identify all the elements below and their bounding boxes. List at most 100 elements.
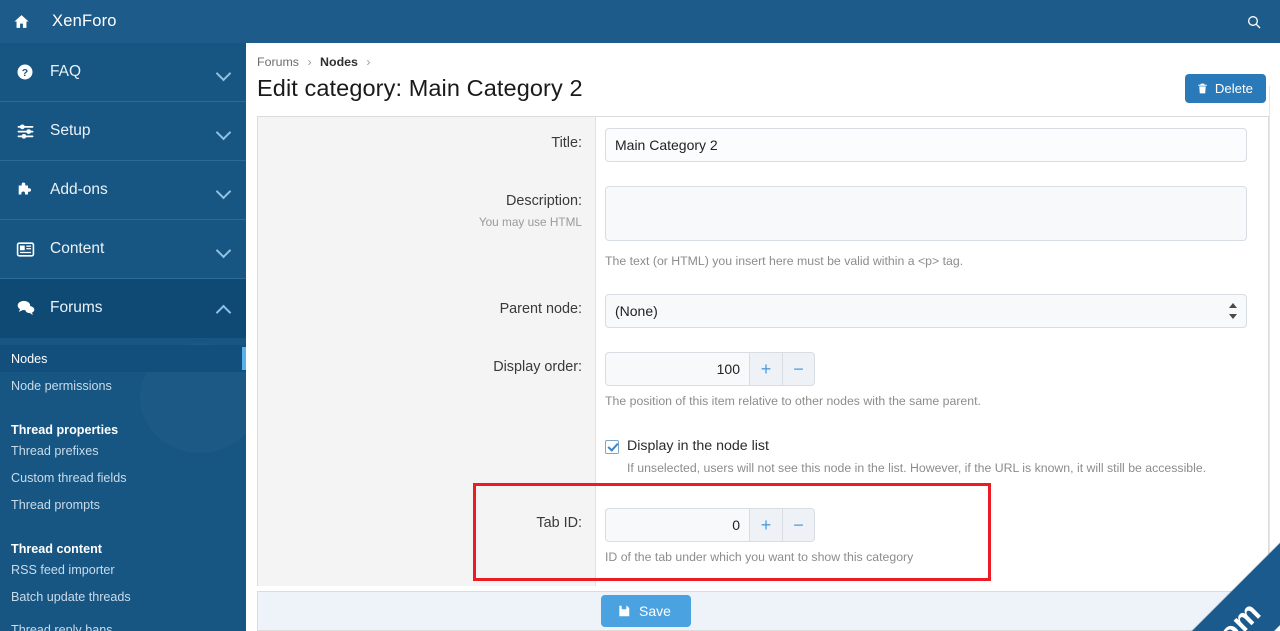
tab-id-input[interactable] xyxy=(605,507,749,542)
breadcrumb: Forums › Nodes › xyxy=(246,43,1280,69)
description-hint: The text (or HTML) you insert here must … xyxy=(605,254,964,268)
form-row-display-order: Display order: + − The position of this … xyxy=(258,341,1268,424)
puzzle-piece-icon xyxy=(16,181,42,199)
sidebar-item-rss-feed-importer[interactable]: RSS feed importer xyxy=(0,556,246,583)
sidebar-forums-submenu: Nodes Node permissions Thread properties… xyxy=(0,338,246,631)
page-header: Edit category: Main Category 2 Delete xyxy=(246,69,1280,103)
trash-icon xyxy=(1198,83,1207,94)
sidebar-item-label: Batch update threads xyxy=(11,589,131,604)
chevron-down-icon[interactable] xyxy=(217,124,231,138)
delete-button[interactable]: Delete xyxy=(1184,74,1266,103)
sidebar-section-faq[interactable]: ? FAQ xyxy=(0,43,246,102)
breadcrumb-separator: › xyxy=(366,55,371,69)
page-title: Edit category: Main Category 2 xyxy=(257,75,583,101)
sidebar-heading-thread-properties: Thread properties xyxy=(0,412,246,437)
display-in-node-list-hint: If unselected, users will not see this n… xyxy=(627,460,1207,475)
display-in-node-list-checkbox[interactable] xyxy=(605,440,619,455)
sidebar-section-addons[interactable]: Add-ons xyxy=(0,161,246,220)
sidebar-section-forums[interactable]: Forums xyxy=(0,279,246,338)
sidebar-heading-label: Thread properties xyxy=(11,423,119,437)
tab-id-stepper: + − xyxy=(605,507,815,542)
sidebar-item-label: Thread reply bans xyxy=(11,622,113,631)
field-description: The text (or HTML) you insert here must … xyxy=(596,175,1268,284)
svg-text:?: ? xyxy=(22,67,28,79)
label-title-text: Title: xyxy=(551,135,582,151)
chevron-down-icon[interactable] xyxy=(217,183,231,197)
chevron-down-icon[interactable] xyxy=(217,242,231,256)
form-row-title: Title: xyxy=(258,117,1268,175)
question-circle-icon: ? xyxy=(16,63,42,81)
home-icon[interactable] xyxy=(0,0,43,43)
title-input[interactable] xyxy=(605,128,1247,162)
sidebar-section-content[interactable]: Content xyxy=(0,220,246,279)
chevron-down-icon[interactable] xyxy=(217,65,231,79)
parent-node-select[interactable]: (None) xyxy=(605,294,1247,329)
label-parent-node-text: Parent node: xyxy=(499,301,582,318)
field-display-order: + − The position of this item relative t… xyxy=(596,341,1268,424)
sidebar-label-addons: Add-ons xyxy=(50,181,108,198)
label-display-order-text: Display order: xyxy=(493,359,582,376)
breadcrumb-item-nodes[interactable]: Nodes xyxy=(320,55,358,69)
label-description-text: Description: xyxy=(506,193,582,209)
sidebar: ? FAQ Setup Add-ons Content Forums Nodes… xyxy=(0,43,246,631)
display-order-increment-button[interactable]: + xyxy=(749,352,782,387)
comments-icon xyxy=(16,298,42,318)
sidebar-item-custom-thread-fields[interactable]: Custom thread fields xyxy=(0,464,246,491)
sidebar-label-content: Content xyxy=(50,240,105,257)
app-title: XenForo xyxy=(52,12,117,30)
sidebar-item-batch-update-threads[interactable]: Batch update threads xyxy=(0,583,246,610)
tab-id-hint: ID of the tab under which you want to sh… xyxy=(605,549,914,564)
chevron-up-icon[interactable] xyxy=(217,301,231,315)
description-textarea[interactable] xyxy=(605,186,1247,241)
sidebar-item-label: Thread prompts xyxy=(11,497,100,512)
label-display-order: Display order: xyxy=(258,341,596,424)
sidebar-item-label: Thread prefixes xyxy=(11,443,99,458)
save-button[interactable]: Save xyxy=(601,595,691,627)
form-row-description: Description: You may use HTML The text (… xyxy=(258,175,1268,284)
sidebar-item-nodes[interactable]: Nodes xyxy=(0,345,246,372)
display-order-decrement-button[interactable]: − xyxy=(782,352,815,387)
field-title xyxy=(596,117,1268,175)
label-display-in-node-list xyxy=(258,423,596,490)
display-order-stepper: + − xyxy=(605,352,815,387)
newspaper-icon xyxy=(16,240,42,259)
sidebar-item-label: Node permissions xyxy=(11,378,112,393)
label-tab-id-text: Tab ID: xyxy=(536,514,582,531)
search-icon[interactable] xyxy=(1228,0,1280,43)
sidebar-item-thread-reply-bans[interactable]: Thread reply bans xyxy=(0,616,246,631)
field-tab-id: + − ID of the tab under which you want t… xyxy=(596,489,1268,586)
sidebar-label-setup: Setup xyxy=(50,122,91,139)
field-display-in-node-list: Display in the node list If unselected, … xyxy=(596,423,1268,490)
delete-button-label: Delete xyxy=(1214,81,1253,96)
form-row-parent-node: Parent node: (None) xyxy=(258,283,1268,342)
breadcrumb-separator: › xyxy=(307,55,312,69)
sidebar-item-node-permissions[interactable]: Node permissions xyxy=(0,372,246,399)
form-footer: Save xyxy=(257,591,1269,631)
label-tab-id: Tab ID: xyxy=(258,489,596,586)
top-header-bar: XenForo xyxy=(0,0,1280,43)
form-row-tab-id: Tab ID: + − ID of the tab under which yo… xyxy=(258,489,1268,586)
save-button-label: Save xyxy=(639,603,671,619)
breadcrumb-item-forums[interactable]: Forums xyxy=(257,55,299,69)
floppy-disk-icon xyxy=(619,605,630,617)
main-content: Forums › Nodes › Edit category: Main Cat… xyxy=(246,43,1280,631)
tab-id-increment-button[interactable]: + xyxy=(749,507,782,542)
edit-category-form: Title: Description: You may use HTML The… xyxy=(257,116,1269,586)
display-order-input[interactable] xyxy=(605,352,749,387)
field-parent-node: (None) xyxy=(596,283,1268,342)
sidebar-item-label: RSS feed importer xyxy=(11,562,115,577)
sidebar-item-thread-prompts[interactable]: Thread prompts xyxy=(0,491,246,518)
sidebar-label-forums: Forums xyxy=(50,299,103,316)
label-parent-node: Parent node: xyxy=(258,283,596,342)
tab-id-decrement-button[interactable]: − xyxy=(782,507,815,542)
label-description-sublabel: You may use HTML xyxy=(478,214,582,229)
display-in-node-list-label: Display in the node list xyxy=(627,438,769,455)
sidebar-label-faq: FAQ xyxy=(50,63,82,80)
admin-page: XenForo ? FAQ Setup Add-ons Content Foru… xyxy=(0,0,1280,631)
sidebar-heading-label: Thread content xyxy=(11,542,102,556)
sidebar-item-thread-prefixes[interactable]: Thread prefixes xyxy=(0,437,246,464)
sidebar-section-setup[interactable]: Setup xyxy=(0,102,246,161)
label-title: Title: xyxy=(258,117,596,175)
label-description: Description: You may use HTML xyxy=(258,175,596,284)
form-row-display-in-node-list: Display in the node list If unselected, … xyxy=(258,423,1268,490)
